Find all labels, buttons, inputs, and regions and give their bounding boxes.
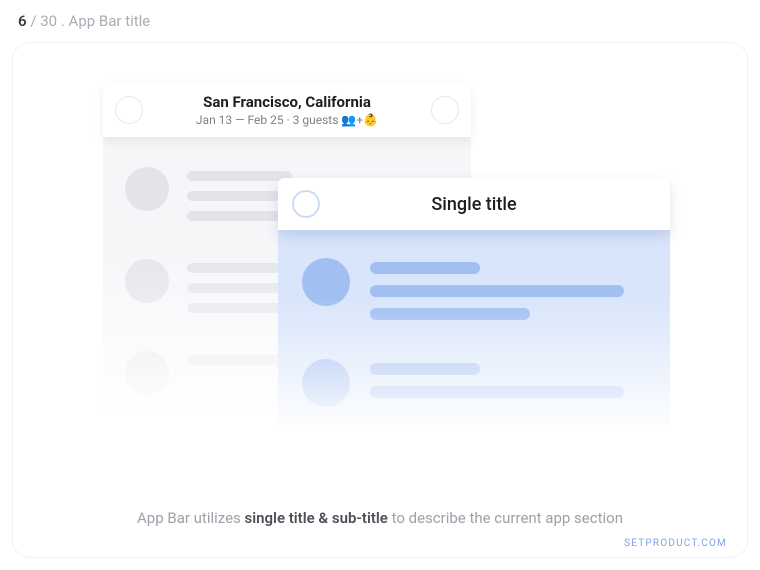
avatar-placeholder-icon xyxy=(125,351,169,395)
text-placeholder xyxy=(370,386,624,398)
slide-dot: . xyxy=(61,12,69,30)
example-card-single-line: Single title xyxy=(278,178,670,458)
nav-left-button[interactable] xyxy=(115,96,143,124)
avatar-placeholder-icon xyxy=(302,258,350,306)
text-placeholder xyxy=(370,285,624,297)
app-bar-title: San Francisco, California xyxy=(103,93,471,111)
avatar-placeholder-icon xyxy=(125,259,169,303)
slide-frame: San Francisco, California Jan 13 — Feb 2… xyxy=(12,42,748,558)
app-bar-double: San Francisco, California Jan 13 — Feb 2… xyxy=(103,83,471,137)
caption-suffix: to describe the current app section xyxy=(388,509,623,527)
text-placeholder xyxy=(187,355,292,365)
slide-title: App Bar title xyxy=(69,12,151,30)
slide-breadcrumb: 6 / 30 . App Bar title xyxy=(18,12,150,30)
slide-sep: / xyxy=(30,12,40,30)
list-item xyxy=(302,359,646,409)
text-placeholder xyxy=(187,263,292,273)
text-placeholder xyxy=(370,262,480,274)
caption-prefix: App Bar utilizes xyxy=(137,509,245,527)
nav-left-button[interactable] xyxy=(292,190,320,218)
caption-strong: single title & sub-title xyxy=(245,509,388,527)
app-bar-title: Single title xyxy=(278,194,670,215)
app-bar-title-group: San Francisco, California Jan 13 — Feb 2… xyxy=(103,93,471,127)
list-body xyxy=(278,244,670,458)
nav-right-button[interactable] xyxy=(431,96,459,124)
list-item xyxy=(302,258,646,331)
app-bar-single: Single title xyxy=(278,178,670,230)
slide-caption: App Bar utilizes single title & sub-titl… xyxy=(13,509,747,527)
text-placeholder xyxy=(370,363,480,375)
text-placeholder xyxy=(187,171,292,181)
app-bar-subtitle: Jan 13 — Feb 25 · 3 guests 👥+👶 xyxy=(103,113,471,127)
slide-current: 6 xyxy=(18,12,27,30)
text-placeholder xyxy=(370,308,530,320)
slide-total: 30 xyxy=(40,12,57,30)
avatar-placeholder-icon xyxy=(302,359,350,407)
footer-link[interactable]: SETPRODUCT.COM xyxy=(624,538,727,549)
avatar-placeholder-icon xyxy=(125,167,169,211)
